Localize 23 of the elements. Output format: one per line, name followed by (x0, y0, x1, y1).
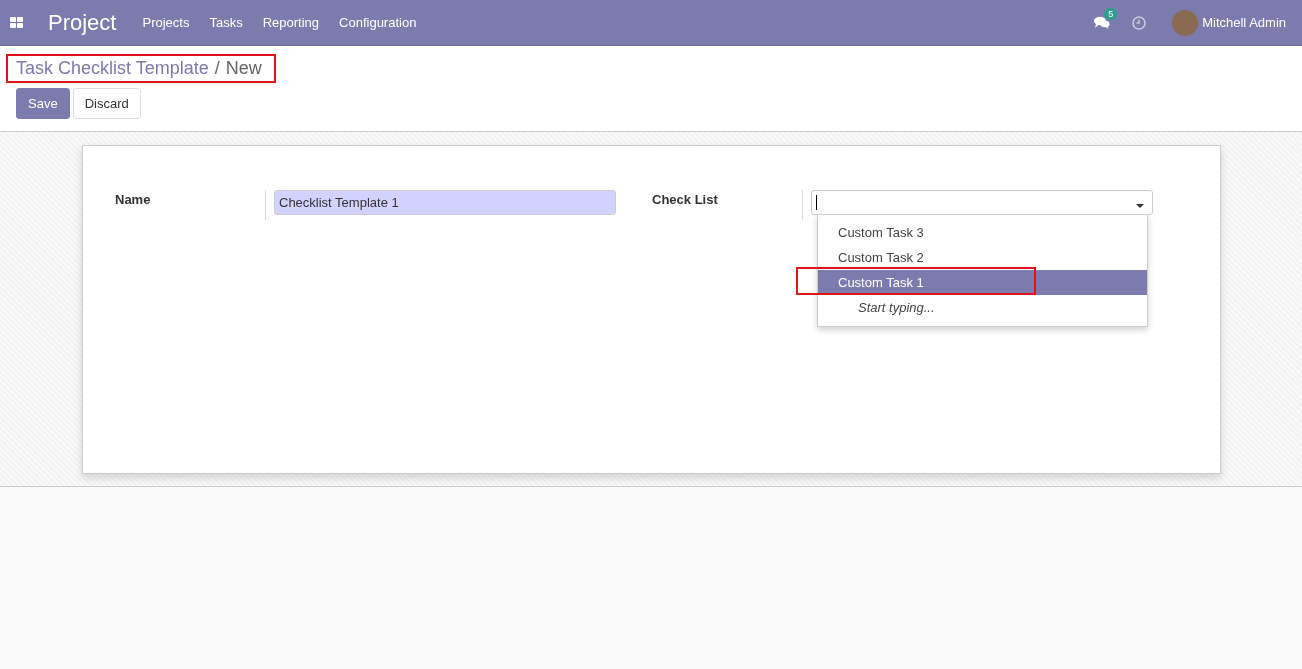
caret-icon (1136, 204, 1144, 208)
menu-item[interactable]: Projects (142, 15, 190, 30)
dropdown-option[interactable]: Custom Task 1 (818, 270, 1147, 295)
name-input-field[interactable]: Checklist Template 1 (274, 190, 616, 215)
dropdown-hint: Start typing... (857, 299, 936, 317)
breadcrumb-link[interactable]: Task Checklist Template (16, 58, 209, 79)
dropdown-option[interactable]: Custom Task 2 (818, 245, 1147, 270)
menu-item[interactable]: Configuration (339, 15, 417, 30)
field-label: Check List (652, 191, 719, 207)
breadcrumb-separator: / (214, 58, 220, 79)
app-name: Project (48, 9, 117, 36)
save-button[interactable]: Save (16, 88, 70, 119)
menu-item[interactable]: Tasks (209, 15, 243, 30)
chat-bubbles-icon[interactable] (1094, 16, 1111, 29)
clock-icon[interactable] (1132, 15, 1147, 30)
breadcrumb-current: New (225, 58, 262, 79)
menu-item[interactable]: Reporting (262, 15, 320, 30)
message-count-badge: 5 (1104, 8, 1118, 20)
apps-menu-icon[interactable] (10, 17, 23, 28)
discard-button[interactable]: Discard (72, 88, 141, 119)
field-label: Name (115, 191, 152, 207)
dropdown-option[interactable]: Custom Task 3 (818, 220, 1147, 245)
user-name[interactable]: Mitchell Admin (1202, 15, 1286, 30)
